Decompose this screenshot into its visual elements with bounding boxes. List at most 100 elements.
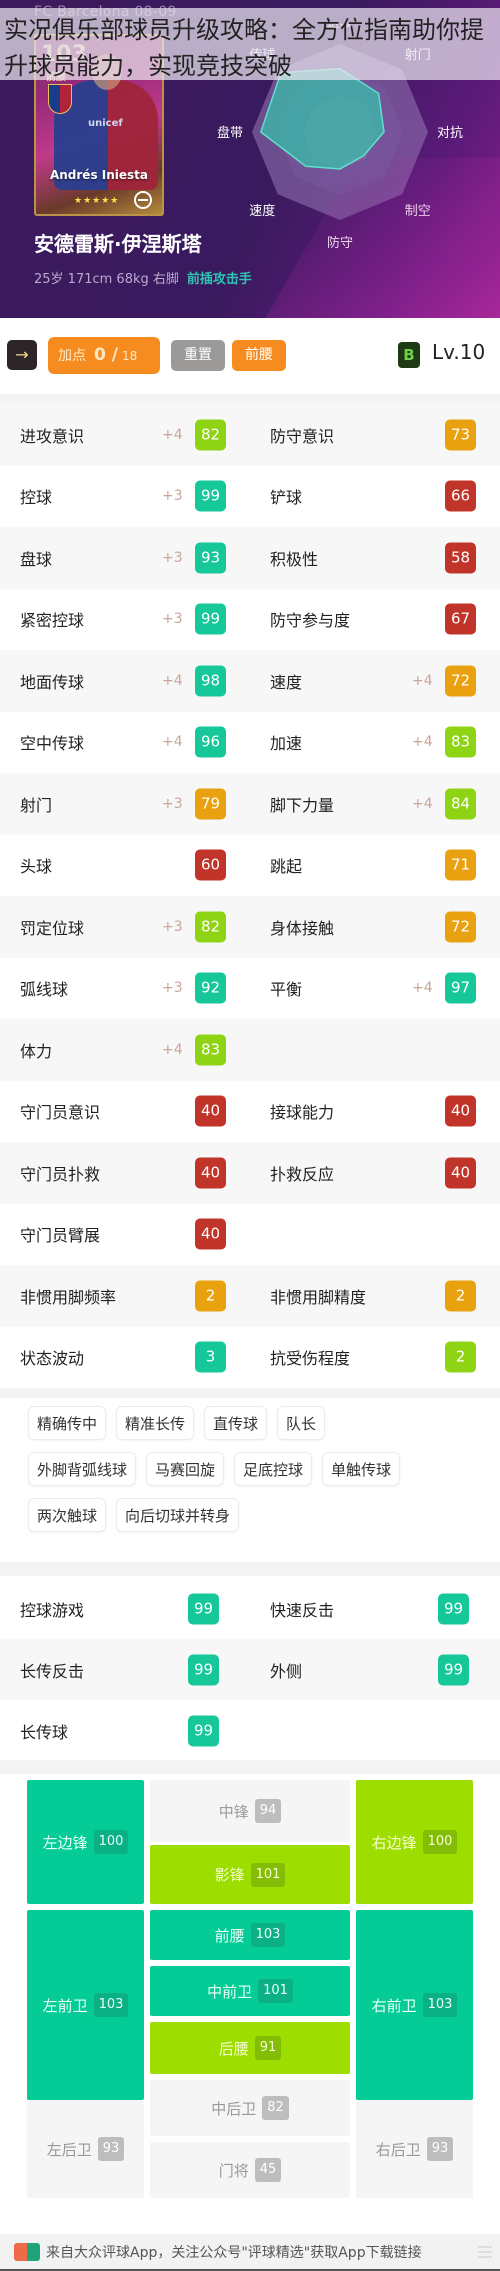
position-rb[interactable]: 右后卫 93 bbox=[356, 2100, 473, 2198]
stat-value-badge: 99 bbox=[188, 1715, 219, 1746]
stat-cell[interactable]: 抗受伤程度 2 bbox=[250, 1327, 500, 1389]
stat-cell[interactable]: 速度 +4 72 bbox=[250, 650, 500, 712]
player-role[interactable]: 前插攻击手 bbox=[187, 272, 252, 287]
stat-cell[interactable]: 紧密控球 +3 99 bbox=[0, 589, 250, 651]
stat-bonus: +3 bbox=[162, 918, 183, 935]
radar-axis-label: 盘带 bbox=[217, 125, 243, 141]
stat-value-badge: 40 bbox=[195, 1157, 226, 1189]
stat-row: 非惯用脚频率 2 非惯用脚精度 2 bbox=[0, 1265, 500, 1327]
position-lmf[interactable]: 左前卫 103 bbox=[27, 1910, 144, 2100]
stat-cell[interactable]: 罚定位球 +3 82 bbox=[0, 896, 250, 958]
stat-bonus: +3 bbox=[162, 980, 183, 997]
stat-cell[interactable]: 头球 60 bbox=[0, 835, 250, 897]
stat-cell[interactable]: 射门 +3 79 bbox=[0, 773, 250, 835]
position-name: 右边锋 bbox=[371, 1833, 417, 1852]
stat-name: 接球能力 bbox=[270, 1103, 335, 1123]
stat-cell[interactable]: 守门员意识 40 bbox=[0, 1081, 250, 1143]
stat-cell[interactable]: 盘球 +3 93 bbox=[0, 527, 250, 589]
reset-button[interactable]: 重置 bbox=[171, 340, 225, 371]
stat-cell[interactable]: 快速反击 99 bbox=[250, 1578, 500, 1639]
stat-row: 守门员扑救 40 扑救反应 40 bbox=[0, 1142, 500, 1204]
position-cb[interactable]: 中后卫 82 bbox=[150, 2080, 350, 2136]
stat-cell[interactable]: 控球 +3 99 bbox=[0, 466, 250, 528]
stat-name: 空中传球 bbox=[20, 734, 85, 754]
stat-row: 射门 +3 79 脚下力量 +4 84 bbox=[0, 773, 500, 835]
stat-cell[interactable]: 守门员扑救 40 bbox=[0, 1142, 250, 1204]
stat-bonus: +3 bbox=[162, 549, 183, 566]
skill-tag[interactable]: 向后切球并转身 bbox=[116, 1498, 240, 1532]
stat-cell[interactable]: 进攻意识 +4 82 bbox=[0, 404, 250, 466]
position-name: 门将 bbox=[218, 2161, 249, 2180]
stat-cell[interactable]: 长传反击 99 bbox=[0, 1639, 250, 1700]
position-lb[interactable]: 左后卫 93 bbox=[27, 2100, 144, 2198]
position-rating: 101 bbox=[250, 1862, 286, 1887]
stat-name: 长传反击 bbox=[20, 1661, 85, 1681]
stat-row: 控球游戏 99 快速反击 99 bbox=[0, 1578, 500, 1639]
stat-cell[interactable]: 平衡 +4 97 bbox=[250, 958, 500, 1020]
stat-cell[interactable]: 铲球 66 bbox=[250, 466, 500, 528]
stat-cell[interactable]: 防守参与度 67 bbox=[250, 589, 500, 651]
position-cf[interactable]: 中锋 94 bbox=[150, 1780, 350, 1842]
position-ss[interactable]: 影锋 101 bbox=[150, 1845, 350, 1904]
app-footer-banner[interactable]: 来自大众评球App，关注公众号"评球精选"获取App下载链接 bbox=[0, 2234, 500, 2271]
stat-value-badge: 40 bbox=[195, 1218, 226, 1250]
stat-cell[interactable]: 接球能力 40 bbox=[250, 1081, 500, 1143]
skill-tag[interactable]: 两次触球 bbox=[28, 1498, 107, 1532]
position-rwf[interactable]: 右边锋 100 bbox=[356, 1780, 473, 1904]
position-name: 右前卫 bbox=[371, 1996, 417, 2015]
stat-cell[interactable]: 加速 +4 83 bbox=[250, 712, 500, 774]
position-name: 中锋 bbox=[218, 1802, 249, 1821]
arrow-right-icon[interactable]: → bbox=[7, 340, 37, 370]
skill-tag[interactable]: 直传球 bbox=[204, 1406, 268, 1440]
stat-name: 非惯用脚频率 bbox=[20, 1287, 117, 1307]
stat-cell[interactable]: 控球游戏 99 bbox=[0, 1578, 250, 1639]
stat-cell[interactable]: 状态波动 3 bbox=[0, 1327, 250, 1389]
skill-tag[interactable]: 队长 bbox=[277, 1406, 326, 1440]
stat-name: 扑救反应 bbox=[270, 1164, 335, 1184]
stat-cell[interactable]: 守门员臂展 40 bbox=[0, 1204, 250, 1266]
stat-name: 守门员扑救 bbox=[20, 1164, 101, 1184]
skill-tag[interactable]: 单触传球 bbox=[322, 1452, 401, 1486]
position-select-button[interactable]: 前腰 bbox=[232, 340, 286, 371]
stat-cell[interactable]: 脚下力量 +4 84 bbox=[250, 773, 500, 835]
menu-icon[interactable] bbox=[478, 2246, 492, 2258]
stat-cell[interactable]: 体力 +4 83 bbox=[0, 1019, 250, 1081]
stat-cell[interactable]: 非惯用脚频率 2 bbox=[0, 1265, 250, 1327]
stat-value-badge: 72 bbox=[445, 665, 476, 697]
stat-cell[interactable]: 扑救反应 40 bbox=[250, 1142, 500, 1204]
points-button[interactable]: 加点 0 /18 bbox=[48, 337, 160, 374]
stat-cell[interactable]: 积极性 58 bbox=[250, 527, 500, 589]
stat-row: 守门员臂展 40 bbox=[0, 1204, 500, 1266]
skill-row: 外脚背弧线球 马赛回旋 足底控球 单触传球 bbox=[28, 1452, 500, 1486]
stat-cell[interactable]: 弧线球 +3 92 bbox=[0, 958, 250, 1020]
skill-tag[interactable]: 马赛回旋 bbox=[146, 1452, 225, 1486]
position-dmf[interactable]: 后腰 91 bbox=[150, 2022, 350, 2074]
stat-cell[interactable]: 跳起 71 bbox=[250, 835, 500, 897]
stat-cell[interactable]: 地面传球 +4 98 bbox=[0, 650, 250, 712]
stat-cell[interactable]: 外侧 99 bbox=[250, 1639, 500, 1700]
stat-cell[interactable]: 非惯用脚精度 2 bbox=[250, 1265, 500, 1327]
position-rating: 101 bbox=[258, 1979, 293, 2003]
stat-bonus: +3 bbox=[162, 795, 183, 812]
stat-cell[interactable]: 身体接触 72 bbox=[250, 896, 500, 958]
stat-row: 地面传球 +4 98 速度 +4 72 bbox=[0, 650, 500, 712]
stat-cell[interactable]: 防守意识 73 bbox=[250, 404, 500, 466]
position-gk[interactable]: 门将 45 bbox=[150, 2142, 350, 2198]
stat-bonus: +4 bbox=[412, 795, 433, 812]
position-cmf[interactable]: 中前卫 101 bbox=[150, 1966, 350, 2016]
play-styles-table: 控球游戏 99 快速反击 99 长传反击 99 外侧 99 长传球 99 bbox=[0, 1578, 500, 1761]
position-rmf[interactable]: 右前卫 103 bbox=[356, 1910, 473, 2100]
stat-bonus: +4 bbox=[412, 672, 433, 689]
stat-cell[interactable]: 长传球 99 bbox=[0, 1700, 250, 1761]
position-amf[interactable]: 前腰 103 bbox=[150, 1910, 350, 1960]
stat-name: 脚下力量 bbox=[270, 795, 335, 815]
position-lwf[interactable]: 左边锋 100 bbox=[27, 1780, 144, 1904]
skill-tag[interactable]: 足底控球 bbox=[234, 1452, 313, 1486]
skill-tag[interactable]: 精准长传 bbox=[116, 1406, 195, 1440]
stat-name: 非惯用脚精度 bbox=[270, 1287, 367, 1307]
stat-cell[interactable]: 空中传球 +4 96 bbox=[0, 712, 250, 774]
skill-tag[interactable]: 外脚背弧线球 bbox=[28, 1452, 137, 1486]
skill-tag[interactable]: 精确传中 bbox=[28, 1406, 107, 1440]
points-max: 18 bbox=[121, 349, 138, 363]
section-divider bbox=[0, 1562, 500, 1576]
